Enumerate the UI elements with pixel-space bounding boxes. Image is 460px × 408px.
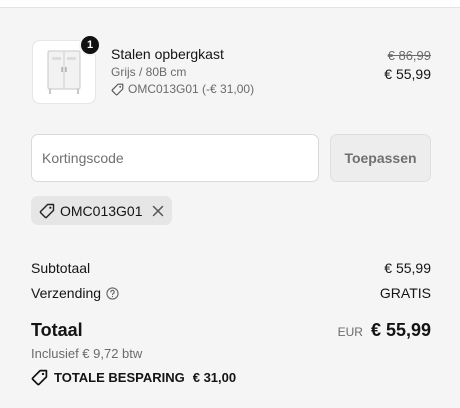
tag-icon — [111, 83, 124, 95]
apply-discount-button[interactable]: Toepassen — [330, 134, 431, 182]
shipping-row: Verzending GRATIS — [31, 285, 431, 301]
close-icon — [152, 205, 164, 216]
product-discount: OMC013G01 (-€ 31,00) — [111, 82, 254, 96]
product-variant: Grijs / 80B cm — [111, 65, 187, 79]
total-savings: TOTALE BESPARING € 31,00 — [31, 369, 236, 386]
currency-code: EUR — [337, 325, 363, 339]
applied-discount-chip: OMC013G01 — [31, 196, 172, 225]
subtotal-value: € 55,99 — [384, 260, 431, 276]
discount-code-input[interactable] — [31, 134, 319, 182]
applied-discount-code: OMC013G01 — [60, 202, 143, 219]
remove-discount-button[interactable] — [152, 205, 164, 217]
cabinet-image — [47, 50, 81, 94]
product-name: Stalen opbergkast — [111, 46, 224, 62]
savings-value: € 31,00 — [192, 370, 237, 385]
shipping-value: GRATIS — [379, 285, 431, 301]
total-label: Totaal — [31, 320, 83, 340]
subtotal-label: Subtotaal — [31, 260, 91, 276]
price-final: € 55,99 — [384, 66, 431, 82]
total-value: € 55,99 — [370, 320, 431, 340]
tag-icon — [31, 369, 48, 386]
quantity-badge: 1 — [79, 34, 101, 56]
tag-icon — [39, 203, 55, 218]
product-discount-text: OMC013G01 (-€ 31,00) — [128, 82, 255, 96]
line-item: 1 Stalen opbergkast Grijs / 80B cm OMC01… — [32, 34, 432, 112]
help-circle-icon[interactable] — [106, 286, 119, 300]
subtotal-row: Subtotaal € 55,99 — [31, 260, 431, 276]
shipping-label: Verzending — [31, 285, 102, 301]
price-original: € 86,99 — [387, 48, 431, 63]
total-amount: EUR € 55,99 — [338, 320, 431, 341]
savings-label: TOTALE BESPARING — [54, 370, 185, 385]
tax-note: Inclusief € 9,72 btw — [31, 346, 143, 361]
